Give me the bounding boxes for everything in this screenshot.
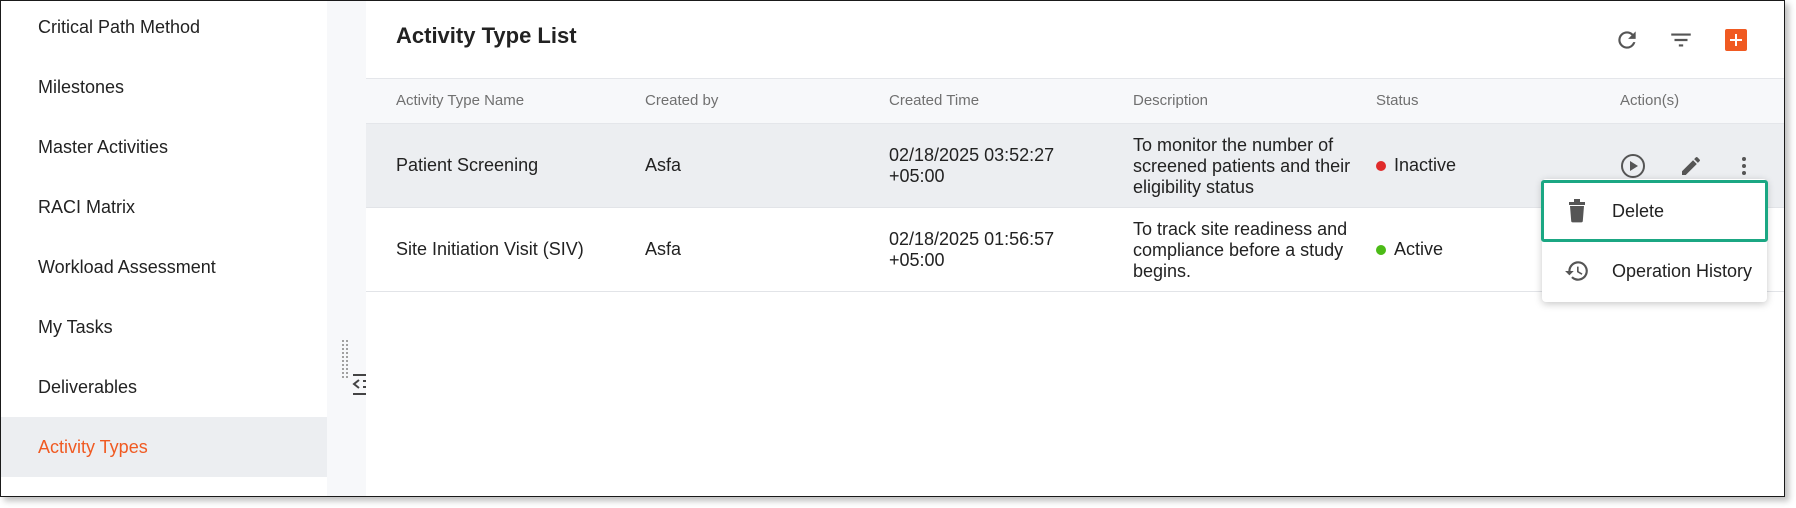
sidebar-item-label: Milestones <box>38 76 125 97</box>
sidebar-item-label: Activity Types <box>38 436 148 457</box>
status-label: Active <box>1394 239 1444 259</box>
activity-type-name: Site Initiation Visit (SIV) <box>396 239 584 259</box>
sidebar-item-raci-matrix[interactable]: RACI Matrix <box>1 177 327 237</box>
status-badge: Inactive <box>1376 124 1456 207</box>
created-by: Asfa <box>645 239 682 259</box>
sidebar-item-activity-types[interactable]: Activity Types <box>1 417 327 477</box>
edit-icon[interactable] <box>1676 151 1706 181</box>
delete-label: Delete <box>1612 200 1665 221</box>
sidebar-nav: Critical Path Method Milestones Master A… <box>1 1 327 496</box>
sidebar-item-label: Workload Assessment <box>38 256 216 277</box>
column-header[interactable]: Activity Type Name <box>396 79 524 123</box>
history-icon <box>1564 258 1590 284</box>
column-header[interactable]: Status <box>1376 79 1419 123</box>
created-time: 02/18/2025 03:52:27 +05:00 <box>889 145 1054 187</box>
add-icon[interactable] <box>1721 25 1751 55</box>
sidebar-item-deliverables[interactable]: Deliverables <box>1 357 327 417</box>
sidebar-item-workload-assessment[interactable]: Workload Assessment <box>1 237 327 297</box>
sidebar-item-label: Master Activities <box>38 136 169 157</box>
operation-history-menu-item[interactable]: Operation History <box>1542 241 1767 301</box>
created-time-offset: +05:00 <box>889 166 945 186</box>
column-header[interactable]: Created Time <box>889 79 979 123</box>
table-header: Activity Type Name Created by Created Ti… <box>366 78 1784 124</box>
sidebar-item-critical-path-method[interactable]: Critical Path Method <box>1 1 327 57</box>
description-line: begins. <box>1133 261 1192 281</box>
refresh-icon[interactable] <box>1612 25 1642 55</box>
operation-history-label: Operation History <box>1612 260 1753 281</box>
sidebar-item-label: RACI Matrix <box>38 196 136 217</box>
sidebar-item-master-activities[interactable]: Master Activities <box>1 117 327 177</box>
description-line: eligibility status <box>1133 177 1255 197</box>
trash-icon <box>1564 198 1590 224</box>
sidebar-item-label: Critical Path Method <box>38 16 201 37</box>
created-time: 02/18/2025 01:56:57 +05:00 <box>889 229 1054 271</box>
description: To monitor the number of screened patien… <box>1133 135 1350 198</box>
more-vertical-icon[interactable] <box>1729 151 1759 181</box>
sidebar: Critical Path Method Milestones Master A… <box>1 1 377 496</box>
column-header[interactable]: Created by <box>645 79 718 123</box>
created-by: Asfa <box>645 155 682 175</box>
sidebar-item-label: Deliverables <box>38 376 138 397</box>
description-line: To track site readiness and <box>1133 219 1348 239</box>
main-content: Activity Type List Activity Type Name Cr… <box>366 1 1784 496</box>
filter-icon[interactable] <box>1666 25 1696 55</box>
status-badge: Active <box>1376 208 1443 291</box>
description: To track site readiness and compliance b… <box>1133 219 1347 282</box>
description-line: To monitor the number of <box>1133 135 1334 155</box>
play-circle-icon[interactable] <box>1618 151 1648 181</box>
status-dot <box>1376 160 1386 171</box>
description-line: compliance before a study <box>1133 240 1344 260</box>
status-dot <box>1376 244 1386 255</box>
app-window: Critical Path Method Milestones Master A… <box>0 0 1785 497</box>
row-actions-menu: Delete Operation History <box>1541 179 1768 302</box>
activity-type-name: Patient Screening <box>396 155 539 175</box>
created-time-date: 02/18/2025 03:52:27 <box>889 145 1055 165</box>
created-time-date: 02/18/2025 01:56:57 <box>889 229 1055 249</box>
delete-menu-item[interactable]: Delete <box>1541 180 1768 242</box>
created-time-offset: +05:00 <box>889 250 945 270</box>
status-label: Inactive <box>1394 155 1457 175</box>
sidebar-item-milestones[interactable]: Milestones <box>1 57 327 117</box>
sidebar-item-label: My Tasks <box>38 316 113 337</box>
column-header[interactable]: Description <box>1133 79 1208 123</box>
column-header: Action(s) <box>1620 92 1680 109</box>
description-line: screened patients and their <box>1133 156 1351 176</box>
sidebar-item-my-tasks[interactable]: My Tasks <box>1 297 327 357</box>
page-title: Activity Type List <box>396 23 577 48</box>
resize-handle[interactable] <box>341 339 349 379</box>
